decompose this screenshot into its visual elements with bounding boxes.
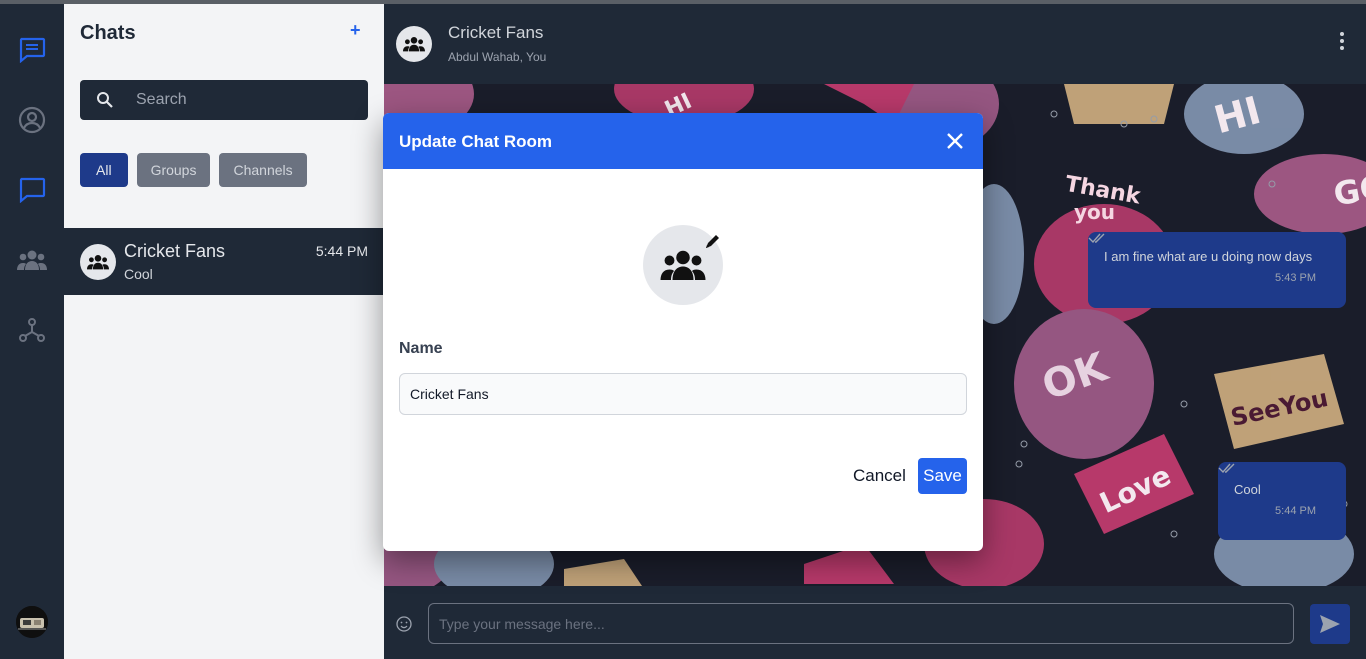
close-icon xyxy=(947,133,963,149)
update-chat-room-dialog: Update Chat Room Name Cancel Save xyxy=(383,113,983,551)
save-button[interactable]: Save xyxy=(918,458,967,494)
room-name-input[interactable] xyxy=(399,373,967,415)
dialog-title: Update Chat Room xyxy=(399,132,552,151)
modal-overlay: Update Chat Room Name Cancel Save xyxy=(0,0,1366,659)
cancel-button[interactable]: Cancel xyxy=(845,458,914,494)
dialog-header: Update Chat Room xyxy=(383,113,983,169)
edit-pencil-icon[interactable] xyxy=(703,233,721,256)
users-icon xyxy=(660,250,706,280)
name-label: Name xyxy=(399,340,443,357)
window-top-border xyxy=(0,0,1366,4)
close-button[interactable] xyxy=(945,131,965,151)
